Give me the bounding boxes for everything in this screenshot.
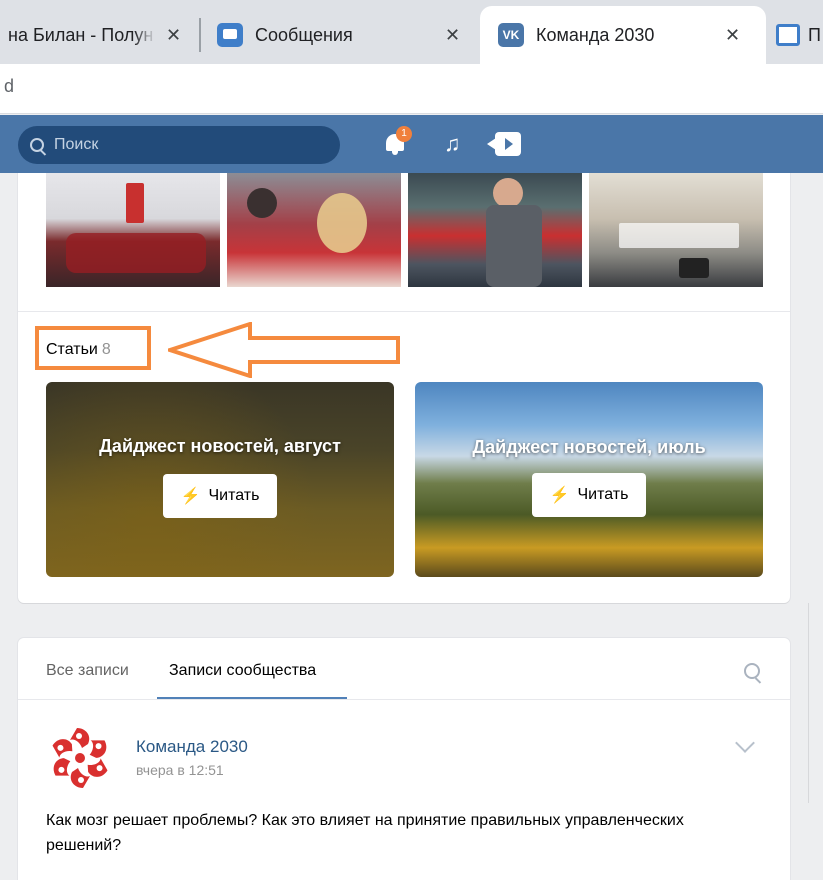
close-icon[interactable]: ✕ bbox=[445, 25, 460, 46]
person-shape bbox=[247, 188, 277, 218]
active-tab-indicator bbox=[157, 697, 347, 699]
messages-favicon-icon bbox=[217, 23, 243, 47]
close-icon[interactable]: ✕ bbox=[725, 25, 740, 46]
browser-tab-mail[interactable]: П bbox=[770, 6, 823, 64]
person-shape bbox=[317, 193, 367, 253]
stage-shape bbox=[619, 223, 739, 248]
tab-community-posts[interactable]: Записи сообщества bbox=[169, 662, 316, 680]
post-text: Как мозг решает проблемы? Как это влияет… bbox=[46, 812, 684, 854]
wall-card: Все записи Записи сообщества Команда 203… bbox=[18, 638, 790, 880]
vest-shape bbox=[486, 205, 542, 287]
article-title: Дайджест новостей, июль bbox=[472, 436, 706, 457]
vk-header: 1 ♫ bbox=[0, 115, 823, 173]
lightning-icon: ⚡ bbox=[549, 486, 570, 504]
photo-thumbnail[interactable] bbox=[408, 173, 582, 287]
read-label: Читать bbox=[577, 485, 629, 503]
crowd-shape bbox=[66, 233, 206, 273]
lightning-icon: ⚡ bbox=[180, 487, 201, 505]
article-card[interactable]: Дайджест новостей, август ⚡ Читать bbox=[46, 382, 394, 577]
close-icon[interactable]: ✕ bbox=[166, 25, 181, 46]
read-label: Читать bbox=[208, 486, 260, 504]
bell-clapper bbox=[392, 151, 398, 155]
photo-thumbnail[interactable] bbox=[589, 173, 763, 287]
community-logo-icon[interactable] bbox=[46, 724, 114, 792]
photo-thumbnail[interactable] bbox=[46, 173, 220, 287]
page-edge-line bbox=[808, 603, 809, 803]
photo-thumbnail[interactable] bbox=[227, 173, 401, 287]
photo-album-strip bbox=[46, 173, 763, 287]
read-article-button[interactable]: ⚡ Читать bbox=[162, 473, 278, 518]
search-icon bbox=[30, 138, 44, 152]
article-title: Дайджест новостей, август bbox=[99, 435, 341, 456]
browser-tab-messages[interactable]: Сообщения ✕ bbox=[205, 6, 480, 64]
notification-badge: 1 bbox=[396, 126, 412, 142]
speaker-shape bbox=[679, 258, 709, 278]
notifications-bell-icon[interactable]: 1 bbox=[384, 126, 412, 156]
page-content: Статьи 8 Дайджест новостей, август ⚡ Чита… bbox=[0, 173, 823, 880]
person-shape bbox=[493, 178, 523, 208]
annotation-arrow-icon bbox=[168, 322, 400, 378]
tab-label: Команда 2030 bbox=[536, 24, 655, 45]
vk-favicon-icon: VK bbox=[498, 23, 524, 47]
play-box bbox=[495, 132, 521, 156]
wall-tabs: Все записи Записи сообщества bbox=[18, 638, 790, 700]
browser-tab-bilan[interactable]: на Билан - Полун ✕ bbox=[0, 6, 195, 64]
mail-favicon-icon bbox=[776, 24, 800, 46]
tab-label: Сообщения bbox=[255, 24, 353, 45]
address-bar[interactable]: d bbox=[0, 64, 823, 114]
section-divider bbox=[18, 311, 790, 312]
address-text: d bbox=[4, 76, 15, 96]
post-timestamp[interactable]: вчера в 12:51 bbox=[136, 762, 224, 778]
highlight-frame bbox=[35, 326, 151, 370]
search-box[interactable] bbox=[18, 126, 340, 164]
browser-tab-strip: на Билан - Полун ✕ Сообщения ✕ VK Команд… bbox=[0, 0, 823, 64]
tab-label: на Билан - Полун bbox=[8, 24, 154, 45]
search-input[interactable] bbox=[54, 136, 314, 154]
photos-articles-card: Статьи 8 Дайджест новостей, август ⚡ Чита… bbox=[18, 173, 790, 603]
flag-shape bbox=[126, 183, 144, 223]
tab-label: П bbox=[808, 24, 821, 45]
search-icon[interactable] bbox=[744, 663, 760, 679]
article-card[interactable]: Дайджест новостей, июль ⚡ Читать bbox=[415, 382, 763, 577]
post-author-link[interactable]: Команда 2030 bbox=[136, 737, 248, 757]
browser-tab-komanda-2030[interactable]: VK Команда 2030 ✕ bbox=[480, 6, 766, 64]
tab-all-posts[interactable]: Все записи bbox=[46, 662, 129, 680]
chevron-down-icon[interactable] bbox=[735, 733, 755, 753]
tab-separator bbox=[199, 18, 201, 52]
read-article-button[interactable]: ⚡ Читать bbox=[531, 472, 647, 517]
play-icon[interactable] bbox=[487, 132, 521, 156]
music-icon[interactable]: ♫ bbox=[444, 133, 461, 155]
